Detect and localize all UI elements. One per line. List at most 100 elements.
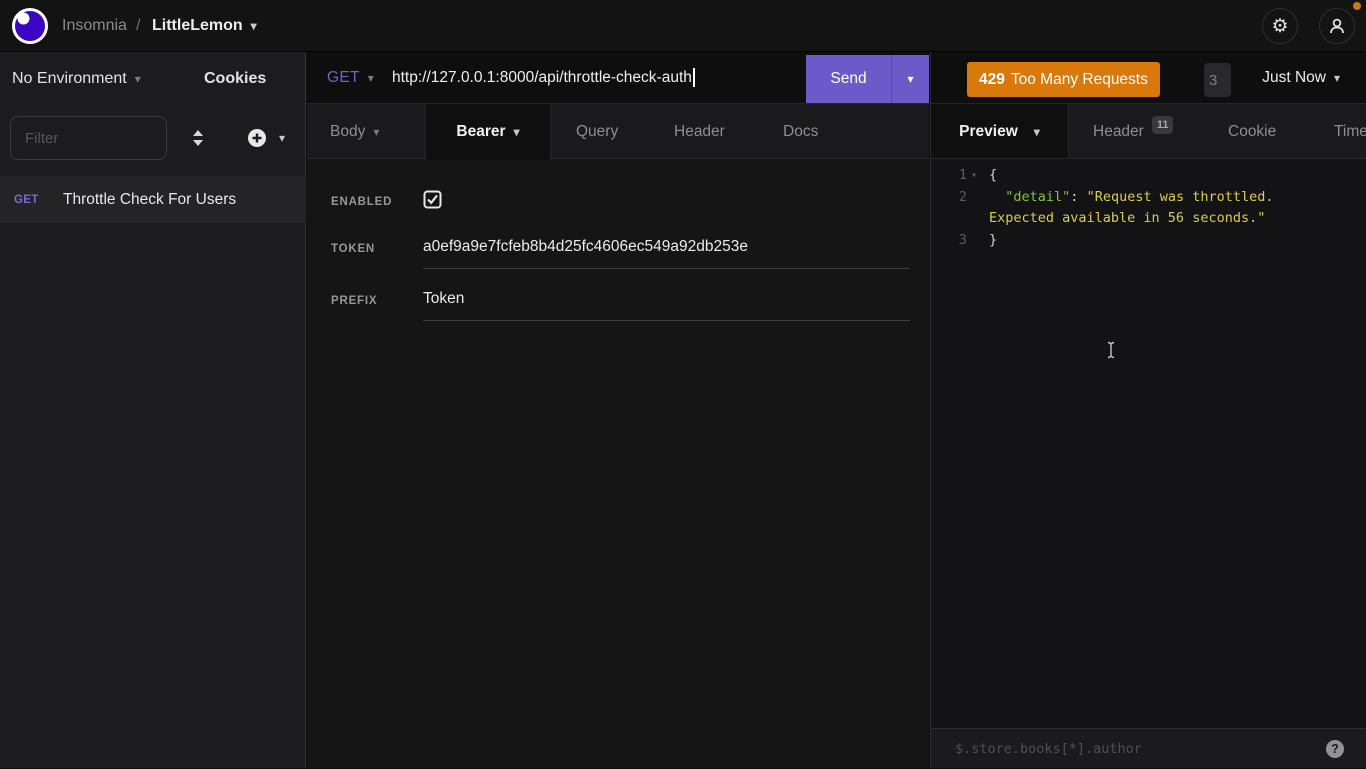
chevron-down-icon: ▾ <box>1334 71 1340 85</box>
response-time-value: 3 <box>1209 72 1217 89</box>
send-options-button[interactable]: ▾ <box>891 55 929 103</box>
tab-header-label: Header <box>674 123 725 141</box>
help-button[interactable]: ? <box>1326 740 1344 758</box>
code-line: 3 ▾ } <box>931 230 1366 252</box>
status-reason: Too Many Requests <box>1011 71 1148 89</box>
line-number: 3 <box>959 230 967 252</box>
tab-cookie[interactable]: Cookie <box>1228 104 1276 159</box>
environment-label: No Environment <box>12 70 127 88</box>
line-number: 2 <box>959 187 967 209</box>
tab-response-header-label: Header <box>1093 123 1144 141</box>
token-value: a0ef9a9e7fcfeb8b4d25fc4606ec549a92db253e <box>423 238 748 255</box>
tab-timeline-label: Timeline <box>1334 123 1366 141</box>
code-text: } <box>989 230 1366 252</box>
insomnia-logo-icon[interactable] <box>11 7 49 45</box>
chevron-down-icon: ▾ <box>251 19 257 33</box>
cookies-label: Cookies <box>204 70 266 88</box>
chevron-down-icon: ▾ <box>368 71 374 85</box>
code-line: 1 ▾ { <box>931 165 1366 187</box>
tab-header[interactable]: Header <box>674 104 725 159</box>
code-line: 2 ▾ "detail": "Request was throttled.Exp… <box>931 187 1366 230</box>
history-label: Just Now <box>1262 69 1326 87</box>
ibeam-cursor-icon <box>1104 341 1118 359</box>
add-request-button[interactable]: ▾ <box>243 122 289 154</box>
account-button[interactable] <box>1319 8 1355 44</box>
url-text: http://127.0.0.1:8000/api/throttle-check… <box>392 69 692 87</box>
question-icon: ? <box>1331 742 1339 756</box>
gear-icon: ⚙ <box>1271 15 1288 38</box>
enabled-checkbox[interactable] <box>423 190 442 214</box>
sidebar-filter-input[interactable] <box>10 116 167 160</box>
sort-button[interactable] <box>183 122 213 154</box>
line-number: 1 <box>959 165 967 187</box>
cookies-button[interactable]: Cookies <box>204 52 266 105</box>
send-button[interactable]: Send <box>806 55 891 103</box>
checkbox-checked-icon <box>423 190 442 209</box>
line-gutter: 3 ▾ <box>931 230 981 252</box>
tab-docs[interactable]: Docs <box>783 104 818 159</box>
method-label: GET <box>327 69 360 87</box>
token-label: TOKEN <box>331 243 375 255</box>
response-history-dropdown[interactable]: Just Now ▾ <box>1262 52 1340 104</box>
prefix-value: Token <box>423 290 464 307</box>
tab-preview[interactable]: Preview ▾ <box>931 104 1069 159</box>
tab-query[interactable]: Query <box>576 104 618 159</box>
settings-button[interactable]: ⚙ <box>1262 8 1298 44</box>
tab-query-label: Query <box>576 123 618 141</box>
token-input[interactable]: a0ef9a9e7fcfeb8b4d25fc4606ec549a92db253e <box>423 238 910 269</box>
prefix-input[interactable]: Token <box>423 290 910 321</box>
text-cursor <box>693 68 695 87</box>
json-string: Expected available in 56 seconds." <box>989 210 1265 226</box>
json-string: "Request was throttled. <box>1087 189 1274 205</box>
tab-auth-bearer[interactable]: Bearer ▾ <box>425 104 551 160</box>
response-time-badge: 3 <box>1204 63 1231 97</box>
header-count-badge: 11 <box>1152 116 1174 134</box>
tab-timeline[interactable]: Timeline <box>1334 104 1366 159</box>
method-dropdown[interactable]: GET ▾ <box>327 52 374 103</box>
request-list-item[interactable]: GET Throttle Check For Users <box>0 176 306 223</box>
code-text: "detail": "Request was throttled.Expecte… <box>989 187 1366 230</box>
breadcrumb-app[interactable]: Insomnia <box>62 0 127 52</box>
notification-dot <box>1353 2 1361 10</box>
send-button-group: Send ▾ <box>806 55 929 103</box>
response-tab-strip: Preview ▾ Header 11 Cookie Timeline <box>931 104 1366 159</box>
prefix-label: PREFIX <box>331 295 377 307</box>
json-key: "detail" <box>1005 189 1070 205</box>
line-gutter: 1 ▾ <box>931 165 981 187</box>
plus-circle-icon <box>247 128 267 148</box>
workspace-name: LittleLemon <box>152 17 243 35</box>
tab-preview-label: Preview <box>959 123 1018 141</box>
tab-response-header[interactable]: Header 11 <box>1093 104 1173 159</box>
request-name: Throttle Check For Users <box>63 191 236 209</box>
status-badge: 429 Too Many Requests <box>967 62 1160 97</box>
sidebar: No Environment ▾ Cookies ▾ GET Throttle … <box>0 52 306 768</box>
fold-caret-icon[interactable]: ▾ <box>967 165 981 187</box>
user-icon <box>1328 17 1346 35</box>
enabled-label: ENABLED <box>331 196 392 208</box>
sort-icon <box>191 129 205 147</box>
response-body-viewer: 1 ▾ { 2 ▾ "detail": "Request was throttl… <box>931 160 1366 676</box>
breadcrumb-workspace[interactable]: LittleLemon ▾ <box>152 0 257 52</box>
environment-row: No Environment ▾ Cookies <box>0 52 305 105</box>
status-code: 429 <box>979 71 1005 89</box>
send-label: Send <box>830 70 866 88</box>
code-text: { <box>989 165 1366 187</box>
response-status-row: 429 Too Many Requests 3 Just Now ▾ <box>931 52 1366 104</box>
top-bar: Insomnia / LittleLemon ▾ ⚙ <box>0 0 1366 52</box>
response-panel: 429 Too Many Requests 3 Just Now ▾ Previ… <box>930 52 1366 768</box>
chevron-down-icon: ▾ <box>373 125 379 139</box>
url-input[interactable]: http://127.0.0.1:8000/api/throttle-check… <box>392 52 804 103</box>
environment-dropdown[interactable]: No Environment ▾ <box>12 52 141 105</box>
request-method-tag: GET <box>14 194 56 206</box>
response-filter-input[interactable] <box>955 729 1285 769</box>
tab-body[interactable]: Body ▾ <box>330 104 379 159</box>
breadcrumb-separator: / <box>136 0 140 52</box>
line-gutter: 2 ▾ <box>931 187 981 230</box>
chevron-down-icon: ▾ <box>135 72 141 86</box>
tab-body-label: Body <box>330 123 365 141</box>
chevron-down-icon: ▾ <box>907 72 913 86</box>
request-tab-strip: Body ▾ Bearer ▾ Query Header Docs <box>307 104 929 159</box>
chevron-down-icon: ▾ <box>1034 125 1040 139</box>
url-bar: GET ▾ http://127.0.0.1:8000/api/throttle… <box>307 52 929 104</box>
tab-docs-label: Docs <box>783 123 818 141</box>
